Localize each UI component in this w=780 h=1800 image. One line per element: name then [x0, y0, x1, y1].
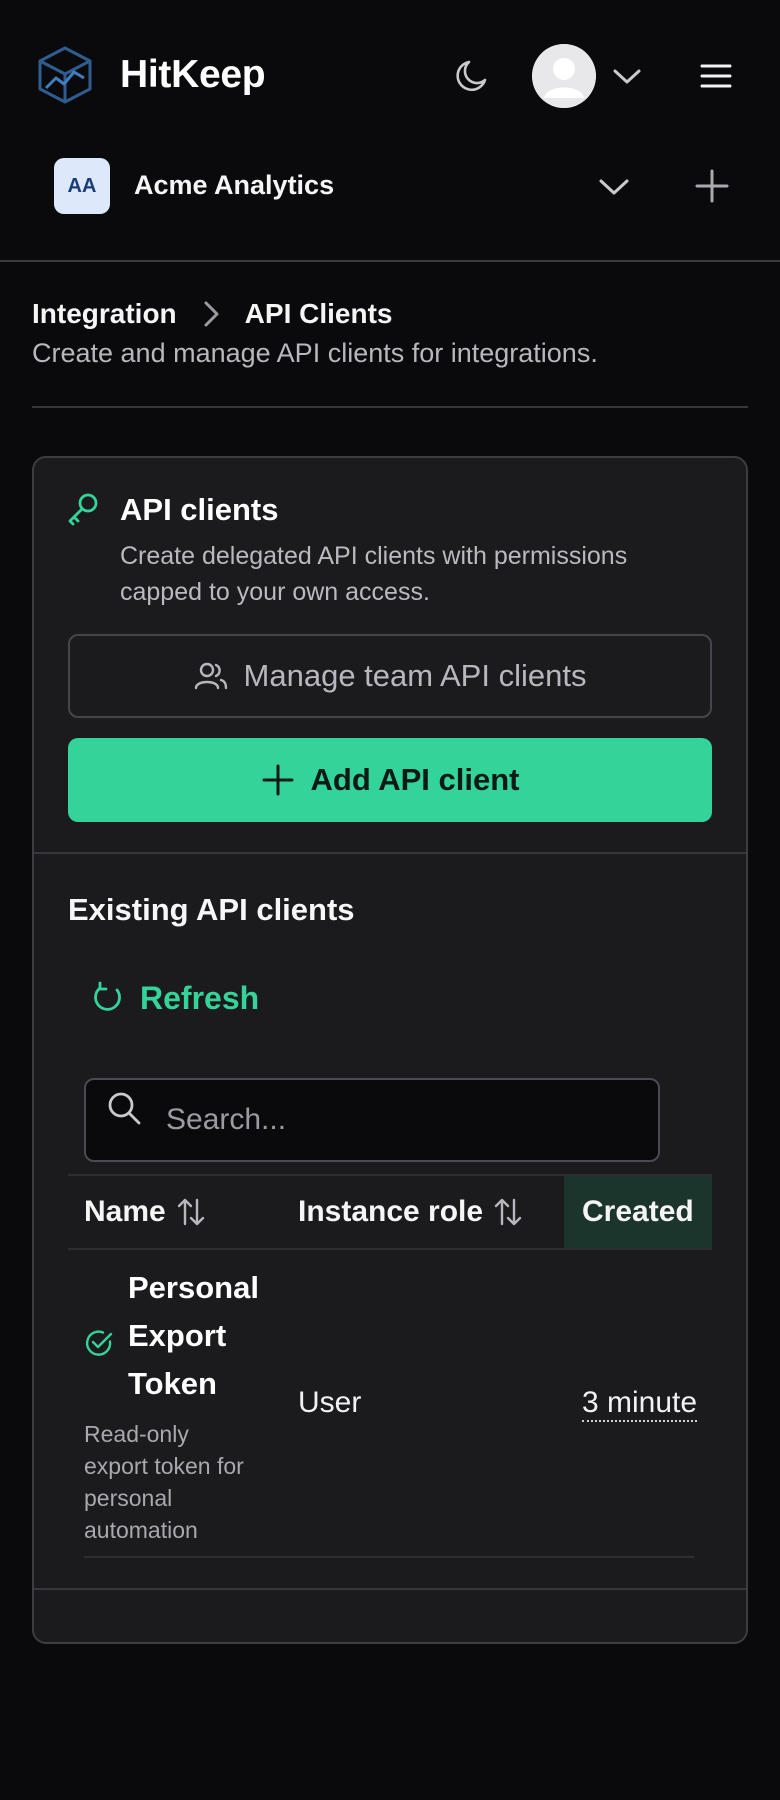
table-row[interactable]: Personal Export Token Read-only export t… — [68, 1250, 712, 1558]
plus-icon — [695, 169, 729, 203]
manage-team-api-clients-label: Manage team API clients — [243, 658, 587, 693]
hamburger-menu-icon — [700, 64, 732, 88]
api-clients-card: API clients Create delegated API clients… — [32, 456, 748, 1644]
plus-icon — [261, 763, 295, 797]
add-workspace-button[interactable] — [694, 168, 730, 204]
search-input[interactable] — [166, 1098, 626, 1142]
api-client-created: 3 minute — [582, 1386, 698, 1422]
page-description: Create and manage API clients for integr… — [32, 338, 598, 368]
sort-arrows-icon — [493, 1196, 523, 1228]
column-header-instance-role[interactable]: Instance role — [298, 1176, 523, 1248]
chevron-right-icon — [195, 298, 227, 330]
breadcrumb-item-api-clients: API Clients — [244, 298, 393, 329]
content-divider — [32, 406, 748, 408]
column-header-name[interactable]: Name — [84, 1176, 206, 1248]
existing-api-clients-title: Existing API clients — [68, 892, 355, 927]
breadcrumb-item-integration[interactable]: Integration — [32, 298, 177, 330]
refresh-icon — [90, 981, 124, 1015]
card-footer-divider — [34, 1588, 746, 1590]
column-header-name-label: Name — [84, 1195, 166, 1228]
key-icon — [66, 492, 100, 526]
add-api-client-button[interactable]: Add API client — [68, 738, 712, 822]
column-header-instance-role-label: Instance role — [298, 1195, 484, 1228]
users-icon — [194, 661, 228, 691]
workspace-switch-chevron-icon[interactable] — [596, 172, 632, 202]
column-header-created[interactable]: Created — [564, 1176, 712, 1248]
api-clients-table: Name Instance role Created Personal Expo… — [68, 1174, 712, 1560]
refresh-button[interactable]: Refresh — [90, 974, 259, 1022]
workspace-badge[interactable]: AA — [54, 158, 110, 214]
workspace-name[interactable]: Acme Analytics — [134, 170, 334, 201]
manage-team-api-clients-button[interactable]: Manage team API clients — [68, 634, 712, 718]
avatar-menu-chevron-icon[interactable] — [610, 62, 644, 90]
search-icon — [104, 1088, 144, 1128]
breadcrumb: Integration API Clients — [32, 296, 392, 332]
header-divider — [0, 260, 780, 262]
user-avatar[interactable] — [532, 44, 596, 108]
card-divider — [34, 852, 746, 854]
search-box — [84, 1078, 660, 1162]
brand-name: HitKeep — [120, 53, 266, 96]
refresh-label: Refresh — [140, 979, 260, 1016]
table-header: Name Instance role Created — [68, 1174, 712, 1250]
card-description: Create delegated API clients with permis… — [120, 542, 628, 606]
api-client-name: Personal Export Token — [128, 1270, 259, 1401]
hamburger-menu-button[interactable] — [696, 56, 736, 96]
row-divider — [84, 1556, 694, 1558]
card-title: API clients — [120, 492, 279, 527]
cube-chart-logo-icon — [34, 44, 96, 106]
check-circle-icon — [84, 1328, 114, 1358]
user-avatar-icon — [532, 44, 596, 108]
sort-arrows-icon — [176, 1196, 206, 1228]
theme-toggle-button[interactable] — [452, 56, 492, 96]
add-api-client-label: Add API client — [310, 762, 520, 797]
api-client-role: User — [298, 1386, 362, 1419]
moon-icon — [456, 60, 487, 92]
column-header-created-label: Created — [582, 1195, 694, 1228]
api-client-description: Read-only export token for personal auto… — [84, 1421, 244, 1543]
top-bar: HitKeep — [0, 0, 780, 150]
